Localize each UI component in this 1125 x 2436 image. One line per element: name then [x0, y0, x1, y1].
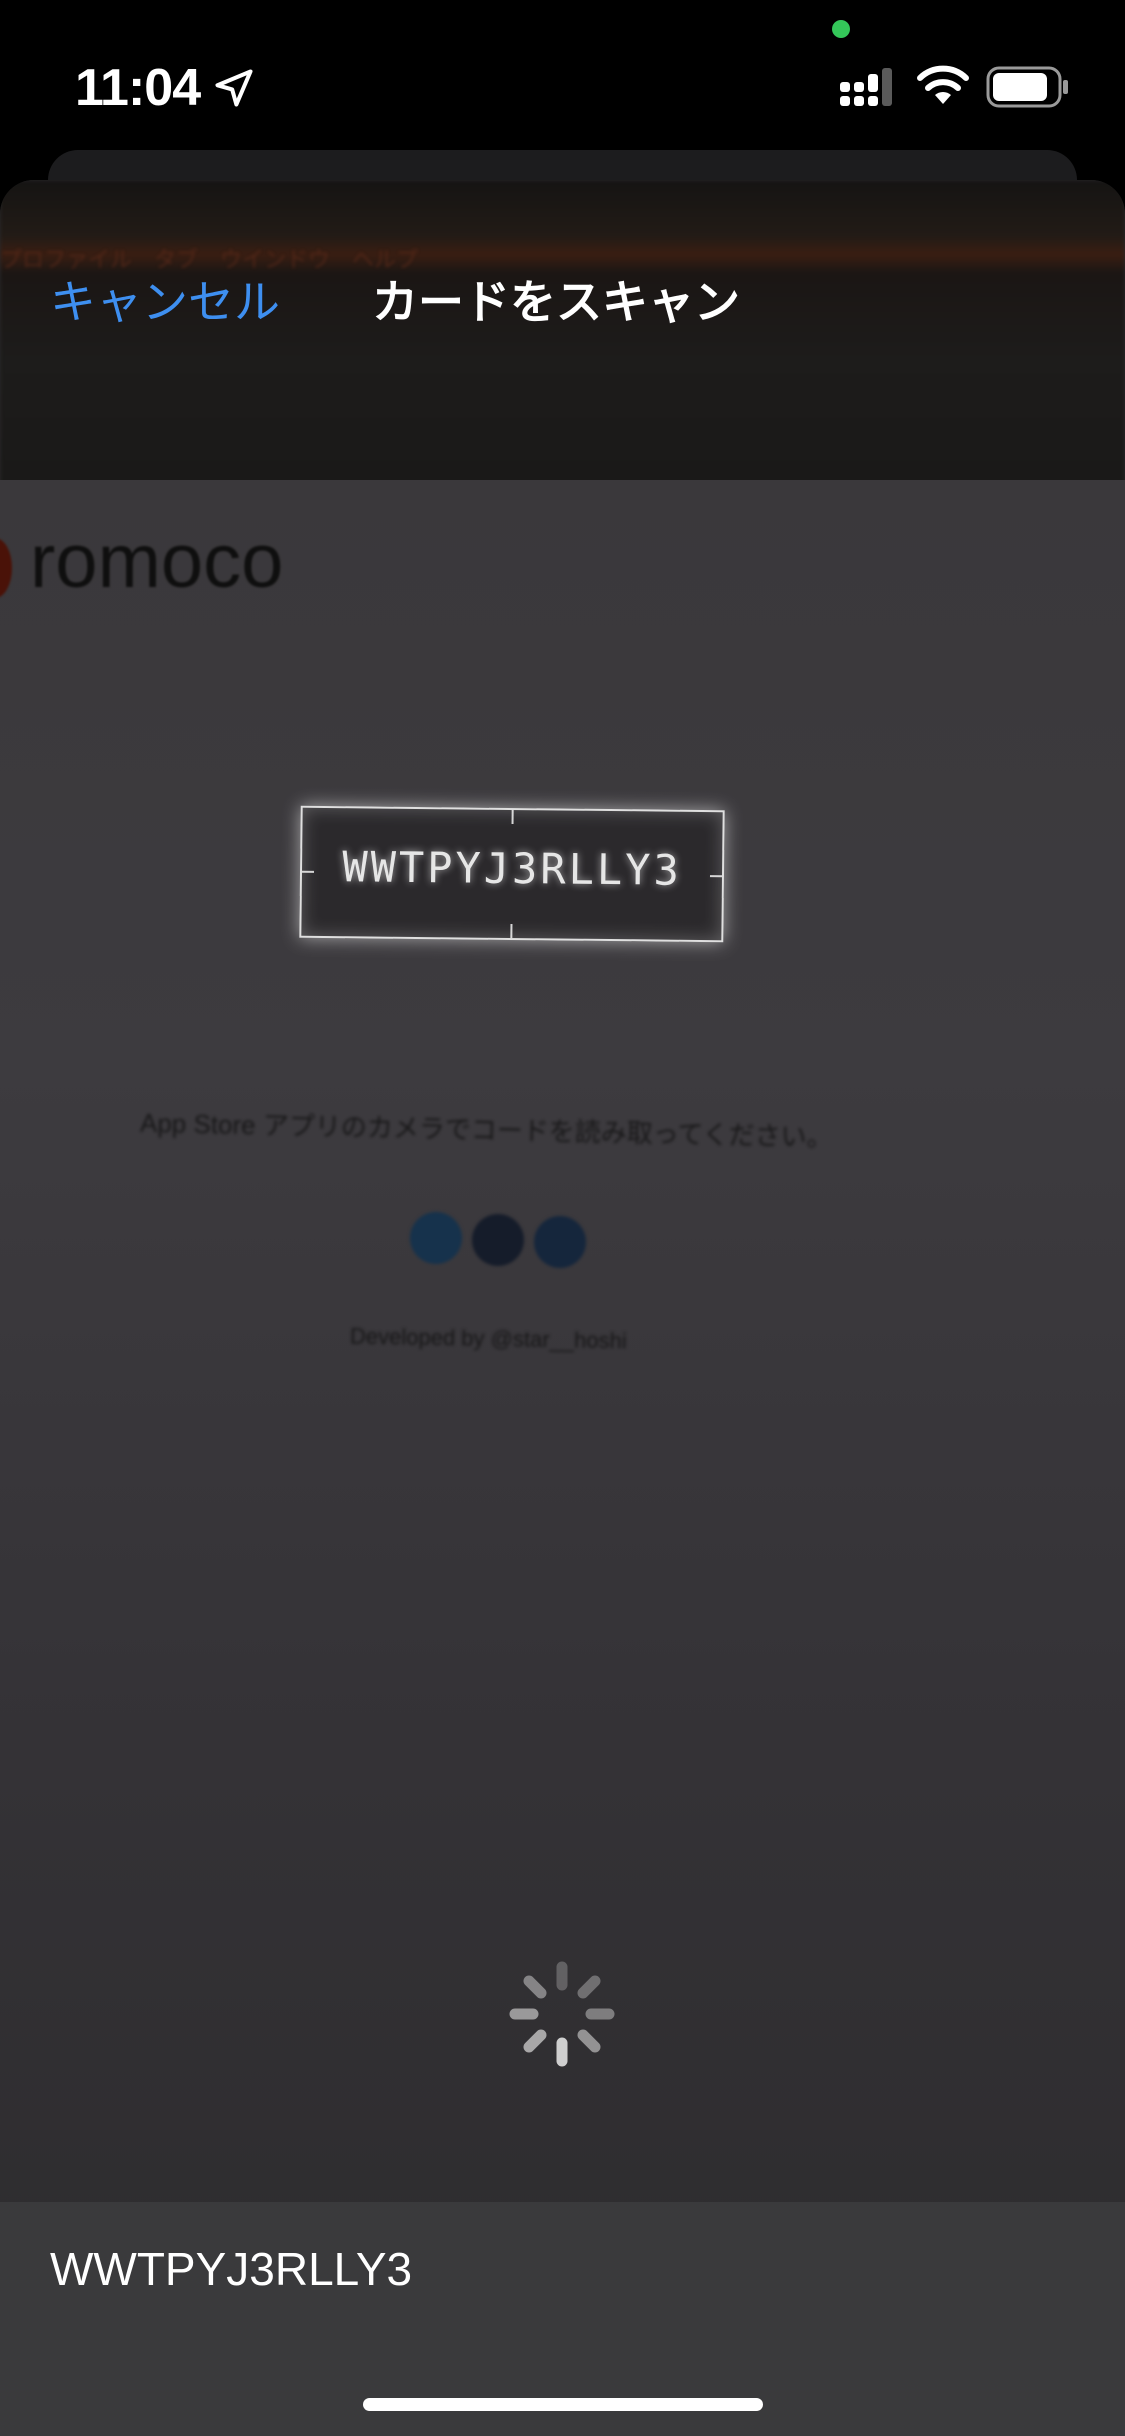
cancel-button[interactable]: キャンセル — [50, 266, 280, 332]
loading-spinner-icon — [509, 1961, 615, 2067]
camera-blurred-browser-chrome — [0, 180, 1125, 490]
scan-card-sheet: プロファイル タブ ウインドウ ヘルプ romoco App Store アプリ… — [0, 180, 1125, 2436]
scan-frame-tick-bottom — [510, 923, 513, 939]
status-time: 11:04 — [75, 59, 201, 117]
scan-detection-frame: WWTPYJ3RLLY3 — [299, 805, 725, 943]
camera-blurred-twitter-icon — [410, 1212, 462, 1264]
camera-blurred-hatena-icon — [534, 1216, 586, 1268]
camera-blurred-page — [0, 480, 1125, 2436]
home-indicator[interactable] — [363, 2398, 763, 2411]
camera-blurred-facebook-icon — [472, 1214, 524, 1266]
scanned-code-value[interactable]: WWTPYJ3RLLY3 — [50, 2242, 412, 2296]
page-title: カードをスキャン — [372, 275, 740, 329]
battery-icon — [986, 66, 1068, 108]
scan-frame-tick-top — [511, 809, 514, 825]
wifi-icon — [917, 65, 969, 104]
recording-indicator-dot — [832, 20, 850, 38]
location-arrow-icon — [215, 69, 253, 107]
cellular-icon — [840, 68, 892, 106]
status-bar: 11:04 — [0, 0, 1125, 150]
scanned-code-result-bar: WWTPYJ3RLLY3 — [0, 2202, 1125, 2436]
camera-blurred-developed-by: Developed by @star__hoshi — [349, 1323, 627, 1354]
camera-blurred-brand: romoco — [30, 519, 284, 604]
detected-code-text: WWTPYJ3RLLY3 — [342, 842, 683, 895]
